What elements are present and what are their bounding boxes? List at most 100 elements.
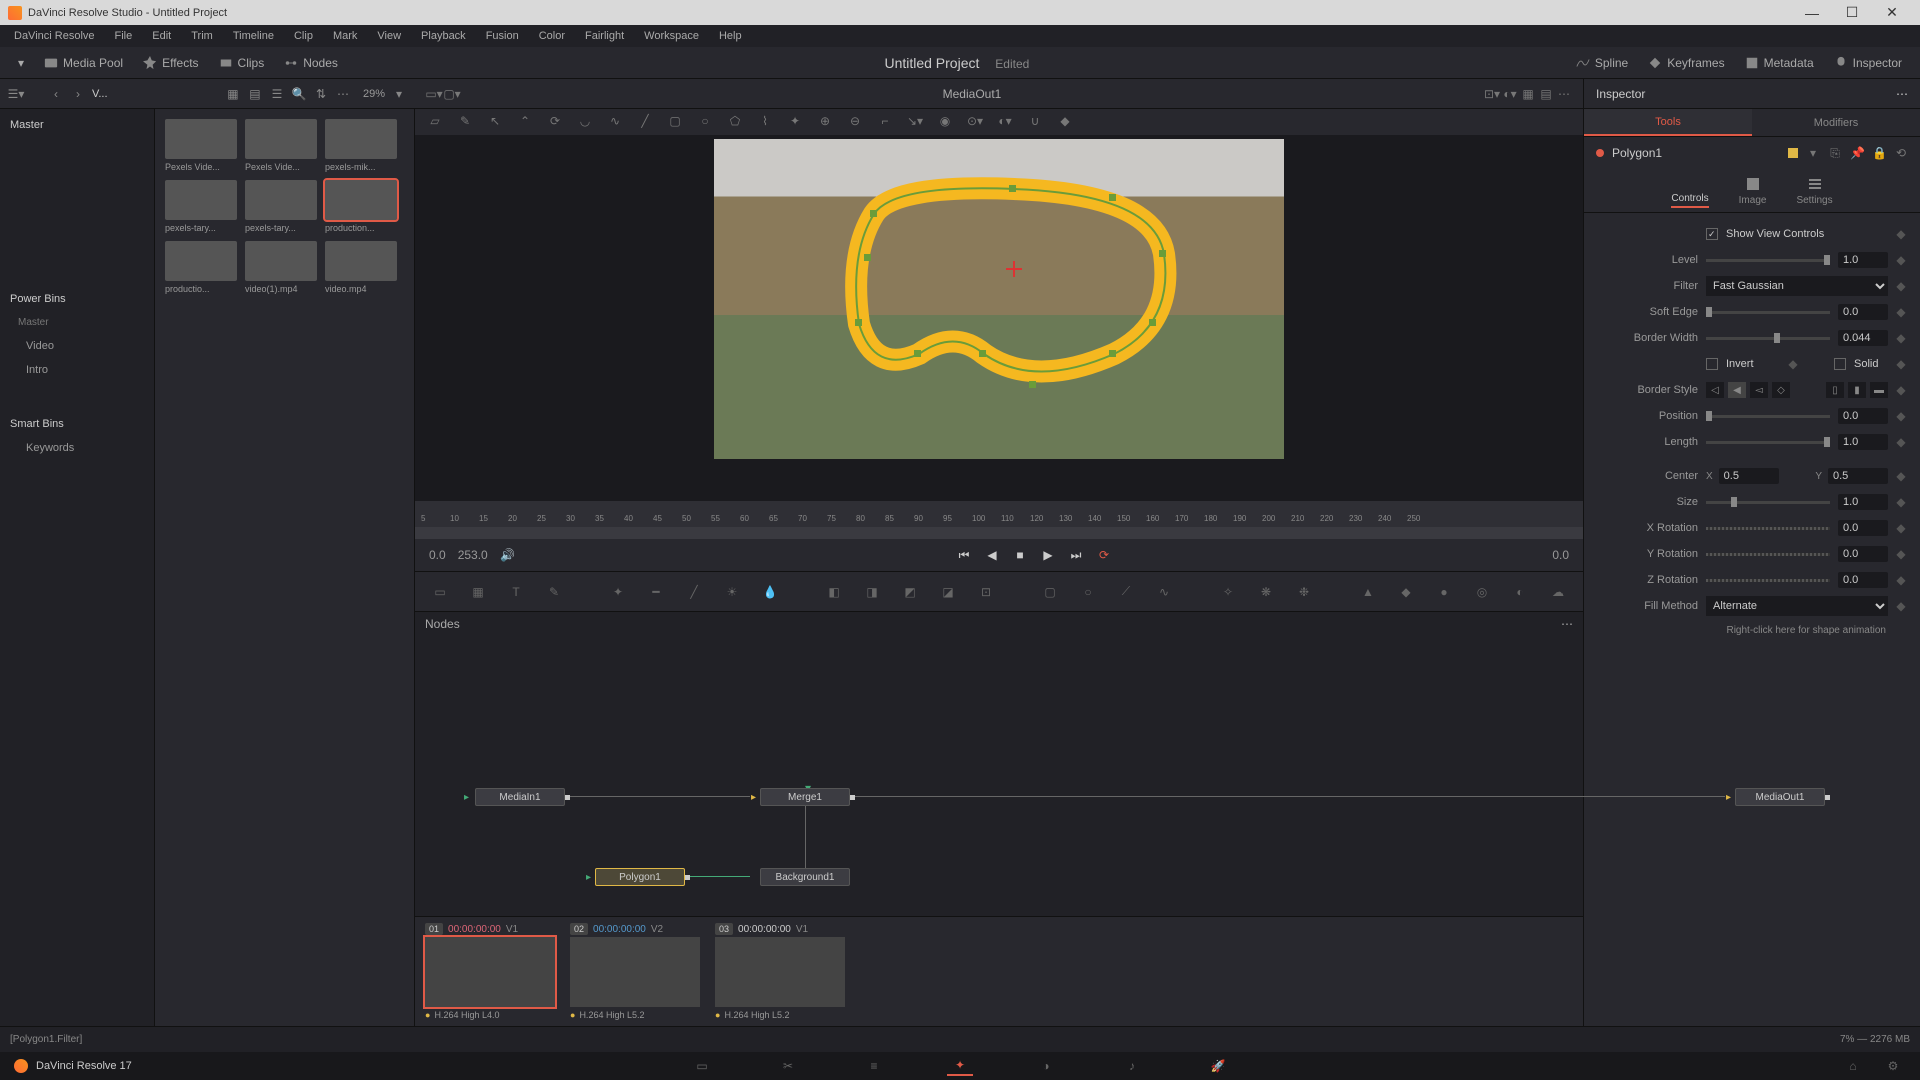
page-fusion[interactable]: ✦ [947,1056,973,1076]
polygon-mask-overlay[interactable] [834,174,1194,404]
node-enable-dot[interactable] [1596,149,1604,157]
go-first-button[interactable]: ⏮ [956,548,972,563]
keyframe-button[interactable]: ◆ [1896,469,1906,483]
position-slider[interactable] [1706,415,1830,418]
go-last-button[interactable]: ⏭ [1068,548,1084,563]
clip-item[interactable]: 0300:00:00:00V1●H.264 High L5.2 [715,923,850,1020]
node-mediaout1[interactable]: ▸MediaOut1 [1735,788,1825,806]
roto-tool[interactable]: ⊙▾ [967,114,983,130]
home-button[interactable]: ⌂ [1840,1056,1866,1076]
directionalblur-tool[interactable]: ╱ [683,581,705,603]
timecode-current[interactable]: 0.0 [429,548,446,562]
media-thumb[interactable]: pexels-tary... [165,180,237,233]
borderstyle-6[interactable]: ▮ [1848,382,1866,398]
brightness-tool[interactable]: ☀ [721,581,743,603]
yrot-slider[interactable] [1706,553,1830,556]
viewer-grid-button[interactable]: ▦ [1519,87,1537,101]
viewer-fit-button[interactable]: ⊡▾ [1483,87,1501,101]
borderwidth-value[interactable]: 0.044 [1838,330,1888,346]
media-thumb[interactable]: productio... [165,241,237,294]
media-thumb[interactable]: pexels-mik... [325,119,397,172]
clip-item[interactable]: 0200:00:00:00V2●H.264 High L5.2 [570,923,705,1020]
menu-timeline[interactable]: Timeline [223,30,284,42]
viewer-3d-button[interactable]: ◐▾ [1501,87,1519,101]
menu-trim[interactable]: Trim [181,30,223,42]
viewer-scrubber[interactable] [415,527,1583,539]
keyframe-button[interactable]: ◆ [1896,383,1906,397]
keyframe-button[interactable]: ◆ [1788,357,1798,371]
bin-intro[interactable]: Intro [0,358,154,382]
bin-master[interactable]: Master [0,113,154,137]
curve-tool[interactable]: ∿ [607,114,623,130]
menu-color[interactable]: Color [529,30,575,42]
nodes-button[interactable]: Nodes [274,52,348,74]
keyframe-button[interactable]: ◆ [1896,409,1906,423]
solid-checkbox[interactable] [1834,358,1846,370]
nav-path[interactable]: V... [92,88,108,100]
subtab-controls[interactable]: Controls [1671,174,1708,208]
sort-button[interactable]: ⋯ [335,86,351,102]
maximize-button[interactable]: ☐ [1832,4,1872,21]
show-view-controls-checkbox[interactable] [1706,228,1718,240]
length-slider[interactable] [1706,441,1830,444]
borderstyle-2[interactable]: ◀ [1728,382,1746,398]
bin-view-button[interactable]: ☰▾ [8,86,24,102]
effects-button[interactable]: Effects [133,52,208,74]
ellipse-mask-tool[interactable]: ○ [1077,581,1099,603]
media-thumb[interactable]: production... [325,180,397,233]
menu-playback[interactable]: Playback [411,30,476,42]
borderstyle-5[interactable]: ▯ [1826,382,1844,398]
keyframes-button[interactable]: Keyframes [1638,52,1734,74]
pen-tool[interactable]: ✎ [457,114,473,130]
menu-help[interactable]: Help [709,30,752,42]
mattecontrol-tool[interactable]: ◨ [861,581,883,603]
length-value[interactable]: 1.0 [1838,434,1888,450]
tracker-tool[interactable]: ✦ [607,581,629,603]
menu-mark[interactable]: Mark [323,30,367,42]
polygon-mask-tool[interactable]: ⟋ [1115,581,1137,603]
menu-edit[interactable]: Edit [142,30,181,42]
shape-animation-hint[interactable]: Right-click here for shape animation [1598,619,1906,642]
fillmethod-select[interactable]: Alternate [1706,596,1888,616]
paint-tool[interactable]: ⊕ [817,114,833,130]
imageplane-tool[interactable]: ◆ [1395,581,1417,603]
inspector-button[interactable]: Inspector [1824,52,1912,74]
viewer-split-button[interactable]: ▭▾ [425,87,443,101]
smart-bins-header[interactable]: Smart Bins [0,412,154,436]
fog-tool[interactable]: ☁ [1547,581,1569,603]
menu-file[interactable]: File [105,30,143,42]
insert-point-tool[interactable]: ⌃ [517,114,533,130]
menu-clip[interactable]: Clip [284,30,323,42]
keyframe-button[interactable]: ◆ [1896,599,1906,613]
minimize-button[interactable]: — [1792,5,1832,21]
page-edit[interactable]: ≡ [861,1056,887,1076]
play-button[interactable]: ▶ [1040,548,1056,562]
page-color[interactable]: ◑ [1033,1056,1059,1076]
paint-shelf-tool[interactable]: ✎ [543,581,565,603]
smooth-tool[interactable]: ◡ [577,114,593,130]
node-mediain1[interactable]: ▸MediaIn1 [475,788,565,806]
audio-toggle[interactable]: 🔊 [500,548,516,562]
play-reverse-button[interactable]: ◀ [984,548,1000,562]
level-slider[interactable] [1706,259,1830,262]
node-color-swatch[interactable] [1788,148,1798,158]
spotlight-tool[interactable]: ◐ [1509,581,1531,603]
key-tool[interactable]: ◆ [1057,114,1073,130]
keyframe-button[interactable]: ◆ [1896,521,1906,535]
menu-fairlight[interactable]: Fairlight [575,30,634,42]
bin-video[interactable]: Video [0,334,154,358]
resize-tool[interactable]: ◪ [937,581,959,603]
keyframe-button[interactable]: ◆ [1896,573,1906,587]
particles-tool[interactable]: ✧ [1217,581,1239,603]
borderstyle-1[interactable]: ◁ [1706,382,1724,398]
zrot-slider[interactable] [1706,579,1830,582]
crop-tool[interactable]: ⊡ [975,581,997,603]
zrot-value[interactable]: 0.0 [1838,572,1888,588]
eraser-tool[interactable]: ⊖ [847,114,863,130]
viewer-time-ruler[interactable]: 5101520253035404550556065707580859095100… [415,501,1583,527]
borderwidth-slider[interactable] [1706,337,1830,340]
viewer-quad-button[interactable]: ▤ [1537,87,1555,101]
wand-tool[interactable]: ✦ [787,114,803,130]
timecode-right[interactable]: 0.0 [1552,548,1569,562]
inspector-node-name[interactable]: Polygon1 [1612,146,1662,160]
